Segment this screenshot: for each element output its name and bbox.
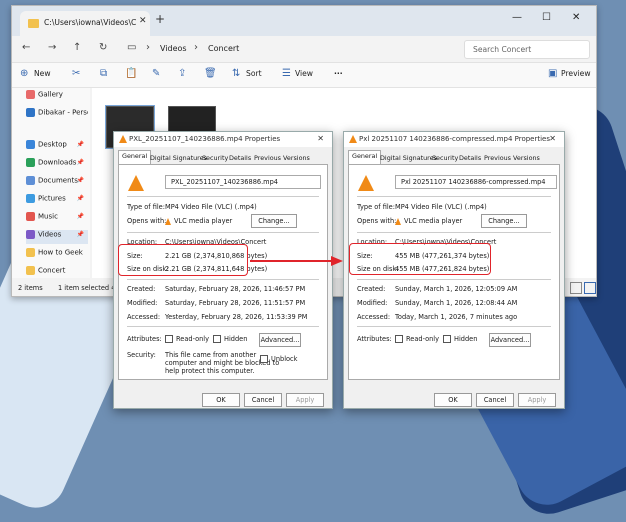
comparison-arrow [250, 256, 343, 266]
arrow-head [331, 256, 343, 266]
